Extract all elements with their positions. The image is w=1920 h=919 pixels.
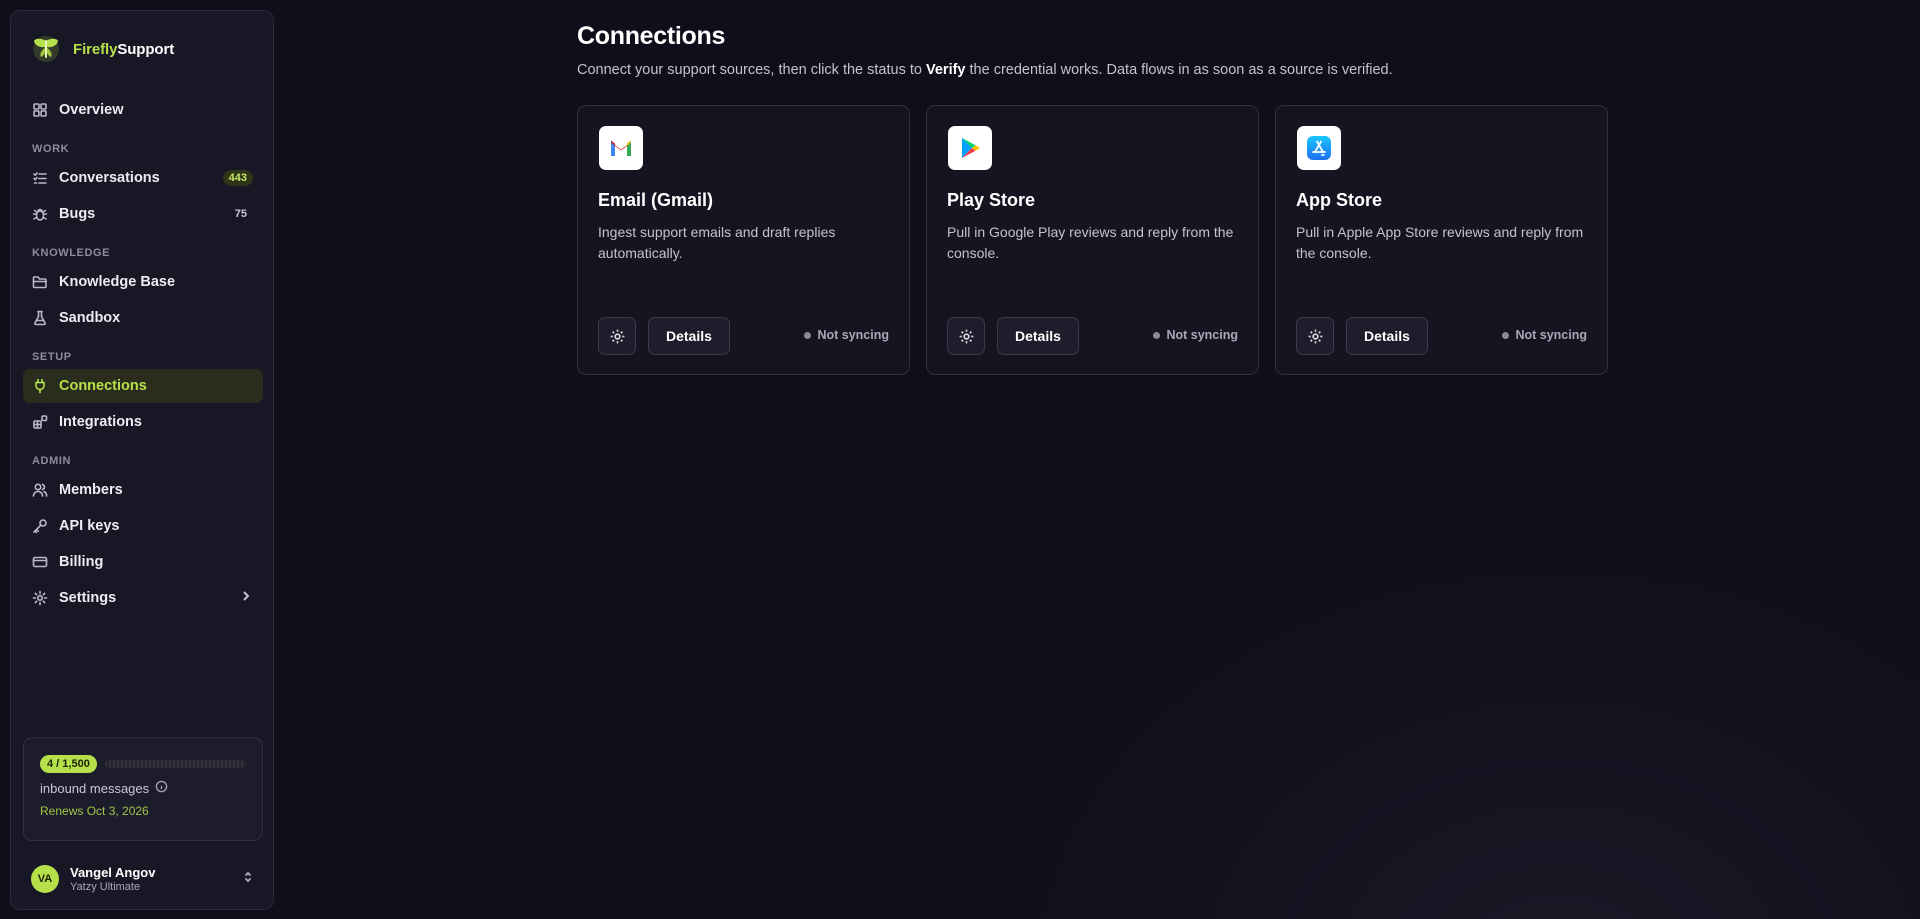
user-plan: Yatzy Ultimate: [70, 881, 141, 893]
folder-icon: [32, 274, 48, 290]
sidebar-item-label: Members: [59, 482, 123, 498]
avatar: VA: [31, 865, 59, 893]
sidebar-nav: Overview WORK Conversations 443 Bugs 75 …: [23, 93, 263, 617]
app-store-details-button[interactable]: Details: [1346, 317, 1428, 355]
bug-icon: [32, 206, 48, 222]
gear-icon: [959, 329, 973, 343]
play-store-details-button[interactable]: Details: [997, 317, 1079, 355]
usage-label: inbound messages: [40, 780, 246, 796]
sidebar-item-label: Billing: [59, 554, 104, 570]
play-store-settings-button[interactable]: [947, 317, 985, 355]
gmail-settings-button[interactable]: [598, 317, 636, 355]
firefly-logo-icon: [33, 36, 59, 62]
gmail-icon: [599, 126, 643, 170]
sidebar-item-knowledge-base[interactable]: Knowledge Base: [23, 265, 263, 299]
users-icon: [32, 482, 48, 498]
play-store-icon: [948, 126, 992, 170]
key-icon: [32, 518, 48, 534]
sidebar-item-sandbox[interactable]: Sandbox: [23, 301, 263, 335]
usage-renew-date: Renews Oct 3, 2026: [40, 804, 149, 818]
sidebar-item-connections[interactable]: Connections: [23, 369, 263, 403]
sidebar-item-label: Conversations: [59, 170, 160, 186]
chevron-right-icon: [239, 589, 253, 607]
bugs-count-badge: 75: [234, 208, 247, 220]
sidebar-item-label: Sandbox: [59, 310, 121, 326]
sidebar-item-label: Settings: [59, 590, 117, 606]
list-check-icon: [32, 170, 48, 186]
section-label-admin: ADMIN: [32, 455, 72, 467]
sidebar-item-label: Knowledge Base: [59, 274, 176, 290]
gear-icon: [610, 329, 624, 343]
plug-icon: [32, 378, 48, 394]
grid-icon: [32, 102, 48, 118]
sidebar-item-conversations[interactable]: Conversations 443: [23, 161, 263, 195]
sidebar-item-label: Overview: [59, 102, 124, 118]
status-dot: [804, 331, 812, 339]
user-name: Vangel Angov: [70, 865, 156, 880]
sidebar-item-label: API keys: [59, 518, 120, 534]
card-title: App Store: [1296, 190, 1383, 210]
gear-icon: [1308, 329, 1322, 343]
brand-name: FireflySupport: [73, 40, 175, 58]
section-label-work: WORK: [32, 143, 70, 155]
connection-cards: Email (Gmail) Ingest support emails and …: [577, 105, 1608, 375]
sidebar-item-label: Integrations: [59, 414, 142, 430]
play-store-status-button[interactable]: Not syncing: [1153, 328, 1238, 342]
info-icon[interactable]: [155, 780, 168, 796]
sidebar-item-api-keys[interactable]: API keys: [23, 509, 263, 543]
sidebar-item-label: Bugs: [59, 206, 96, 222]
blocks-icon: [32, 414, 48, 430]
sidebar-item-label: Connections: [59, 378, 147, 394]
main-content: Connections Connect your support sources…: [577, 22, 1617, 375]
connection-card-gmail: Email (Gmail) Ingest support emails and …: [577, 105, 910, 375]
card-description: Ingest support emails and draft replies …: [598, 224, 836, 261]
status-text: Not syncing: [817, 328, 889, 342]
credit-card-icon: [32, 554, 48, 570]
flask-icon: [32, 310, 48, 326]
section-label-knowledge: KNOWLEDGE: [32, 247, 111, 259]
user-menu[interactable]: VA Vangel Angov Yatzy Ultimate: [23, 857, 263, 901]
page-subtitle: Connect your support sources, then click…: [577, 62, 1393, 78]
gmail-details-button[interactable]: Details: [648, 317, 730, 355]
app-store-status-button[interactable]: Not syncing: [1502, 328, 1587, 342]
status-dot: [1502, 331, 1510, 339]
sidebar-item-bugs[interactable]: Bugs 75: [23, 197, 263, 231]
usage-progress-bar: [104, 760, 246, 768]
gmail-status-button[interactable]: Not syncing: [804, 328, 889, 342]
app-store-icon: [1297, 126, 1341, 170]
connection-card-app-store: App Store Pull in Apple App Store review…: [1275, 105, 1608, 375]
brand-logo[interactable]: FireflySupport: [29, 27, 174, 71]
card-title: Play Store: [947, 190, 1036, 210]
usage-count-badge: 4 / 1,500: [40, 755, 97, 773]
card-description: Pull in Google Play reviews and reply fr…: [947, 224, 1234, 261]
app-store-settings-button[interactable]: [1296, 317, 1334, 355]
status-text: Not syncing: [1515, 328, 1587, 342]
sidebar-item-integrations[interactable]: Integrations: [23, 405, 263, 439]
sidebar-item-settings[interactable]: Settings: [23, 581, 263, 615]
sidebar-item-members[interactable]: Members: [23, 473, 263, 507]
gear-icon: [32, 590, 48, 606]
card-title: Email (Gmail): [598, 190, 714, 210]
conversations-count-badge: 443: [222, 170, 253, 186]
section-label-setup: SETUP: [32, 351, 72, 363]
chevron-up-down-icon: [241, 870, 255, 889]
status-text: Not syncing: [1166, 328, 1238, 342]
usage-card: 4 / 1,500 inbound messages Renews Oct 3,…: [23, 737, 263, 841]
sidebar: FireflySupport Overview WORK Conversatio…: [10, 10, 274, 910]
status-dot: [1153, 331, 1161, 339]
connection-card-play-store: Play Store Pull in Google Play reviews a…: [926, 105, 1259, 375]
sidebar-item-billing[interactable]: Billing: [23, 545, 263, 579]
page-title: Connections: [577, 22, 726, 50]
card-description: Pull in Apple App Store reviews and repl…: [1296, 224, 1584, 261]
sidebar-item-overview[interactable]: Overview: [23, 93, 263, 127]
app-root: FireflySupport Overview WORK Conversatio…: [0, 0, 1920, 919]
